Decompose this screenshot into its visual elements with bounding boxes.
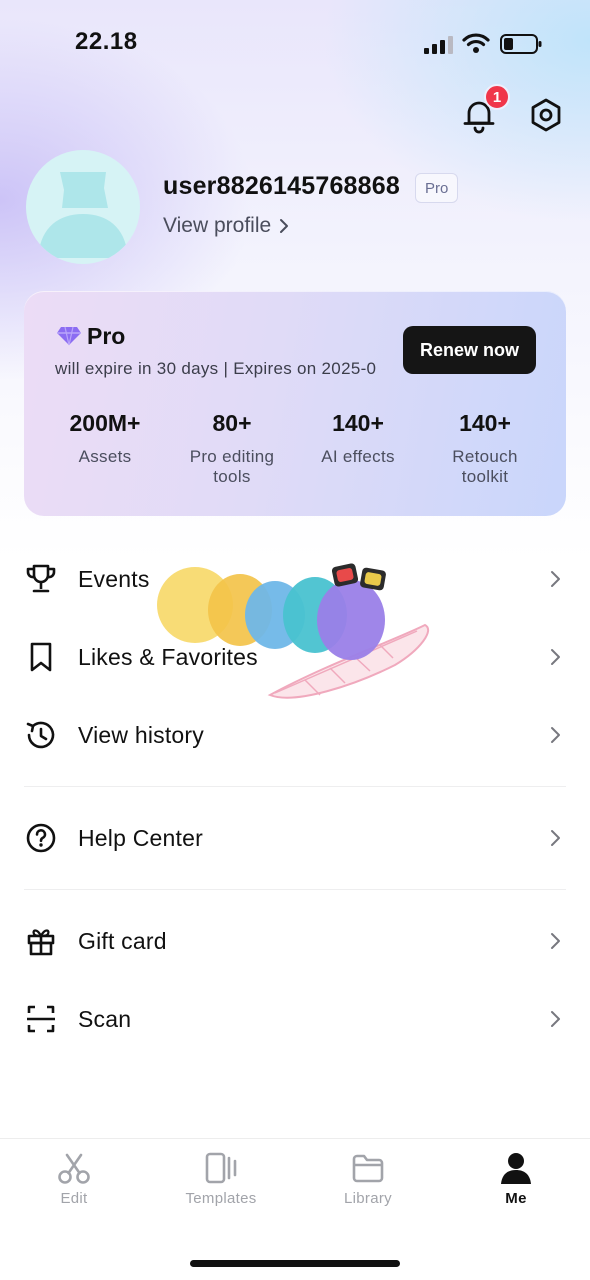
- person-icon: [501, 1153, 531, 1184]
- menu-item-likes-favorites[interactable]: Likes & Favorites: [24, 627, 566, 687]
- templates-icon: [205, 1152, 237, 1184]
- menu-item-scan[interactable]: Scan: [24, 989, 566, 1049]
- stat-label: AI effects: [321, 447, 395, 466]
- tab-label: Library: [344, 1190, 392, 1207]
- chevron-right-icon: [551, 1011, 560, 1027]
- menu-item-label: View history: [78, 721, 204, 748]
- stat-value: 140+: [332, 410, 384, 436]
- tab-library[interactable]: Library: [308, 1150, 428, 1207]
- history-icon: [26, 721, 55, 749]
- view-profile-link[interactable]: View profile: [163, 214, 289, 238]
- scan-icon: [27, 1005, 55, 1033]
- menu-item-view-history[interactable]: View history: [24, 705, 566, 765]
- question-circle-icon: [26, 823, 56, 853]
- chevron-right-icon: [280, 219, 289, 233]
- scissors-icon: [58, 1153, 90, 1184]
- tab-label: Me: [505, 1190, 527, 1207]
- notification-badge: 1: [484, 84, 510, 110]
- tab-edit[interactable]: Edit: [14, 1150, 134, 1207]
- pro-expiry-text: will expire in 30 days | Expires on 2025…: [55, 359, 377, 378]
- stat-pro-editing-tools: 80+ Pro editing tools: [162, 410, 302, 487]
- chevron-right-icon: [551, 727, 560, 743]
- trophy-icon: [26, 564, 56, 593]
- pro-badge: Pro: [415, 173, 459, 203]
- settings-icon[interactable]: [528, 97, 564, 133]
- stat-ai-effects: 140+ AI effects: [288, 410, 428, 467]
- pro-card-title: Pro: [87, 323, 126, 349]
- chevron-right-icon: [551, 649, 560, 665]
- tab-label: Edit: [60, 1190, 88, 1207]
- menu-item-label: Events: [78, 565, 150, 592]
- menu-item-label: Scan: [78, 1005, 132, 1032]
- menu-item-label: Gift card: [78, 927, 167, 954]
- username: user8826145768868: [163, 172, 400, 200]
- diamond-icon: [57, 326, 81, 346]
- menu-item-label: Likes & Favorites: [78, 643, 258, 670]
- chevron-right-icon: [551, 571, 560, 587]
- menu-divider: [24, 889, 566, 890]
- chevron-right-icon: [551, 830, 560, 846]
- tab-templates[interactable]: Templates: [161, 1150, 281, 1207]
- stat-value: 140+: [459, 410, 511, 436]
- stat-label: Assets: [78, 447, 132, 466]
- status-time: 22.18: [75, 28, 138, 55]
- home-indicator: [190, 1260, 400, 1267]
- chevron-right-icon: [551, 933, 560, 949]
- tab-label: Templates: [185, 1190, 257, 1207]
- menu-item-gift-card[interactable]: Gift card: [24, 911, 566, 971]
- menu-divider: [24, 786, 566, 787]
- view-profile-label: View profile: [163, 214, 272, 237]
- stat-label: Pro editing tools: [189, 447, 275, 486]
- stat-value: 80+: [212, 410, 252, 436]
- battery-icon: [500, 34, 542, 54]
- cellular-signal-icon: [424, 36, 453, 54]
- menu-item-events[interactable]: Events: [24, 549, 566, 609]
- gift-icon: [27, 929, 55, 956]
- avatar[interactable]: [26, 150, 140, 264]
- stat-retouch-toolkit: 140+ Retouch toolkit: [415, 410, 555, 487]
- bookmark-icon: [30, 642, 52, 672]
- stat-label: Retouch toolkit: [452, 447, 518, 486]
- menu-item-label: Help Center: [78, 824, 203, 851]
- stat-assets: 200M+ Assets: [35, 410, 175, 467]
- menu-item-help-center[interactable]: Help Center: [24, 808, 566, 868]
- tab-me[interactable]: Me: [456, 1150, 576, 1207]
- folder-icon: [352, 1154, 384, 1183]
- renew-now-button[interactable]: Renew now: [403, 326, 536, 374]
- wifi-icon: [462, 33, 490, 53]
- stat-value: 200M+: [69, 410, 141, 436]
- avatar-placeholder-icon: [38, 172, 128, 258]
